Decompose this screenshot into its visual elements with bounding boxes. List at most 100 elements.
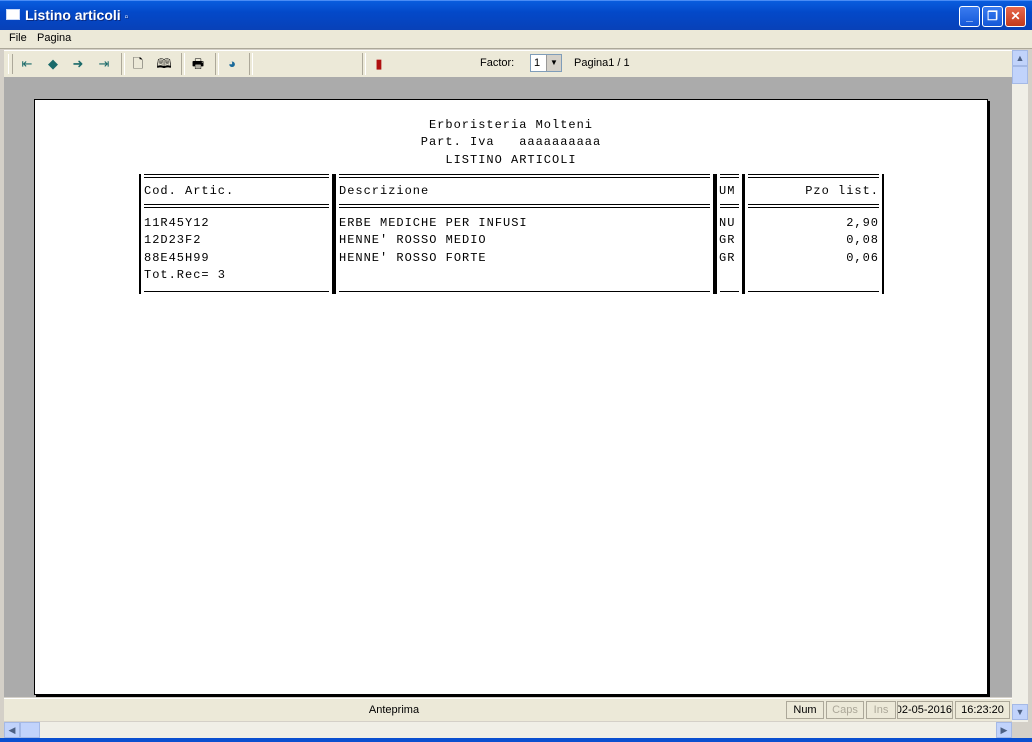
first-page-icon: ⇤ [21,56,33,71]
rule [748,204,879,208]
toolbar: ⇤ ◆ ➜ ⇥ 🗋 🕮 🖶 ◕ ▮ Factor: 1 ▼ Pagina1 / … [4,50,1012,78]
arrow-right-small-icon: ▶ [1000,725,1008,735]
last-page-icon: ⇥ [98,56,110,71]
factor-select[interactable]: 1 ▼ [530,54,562,72]
rule [144,174,329,178]
restore-button[interactable]: ❐ [982,6,1003,27]
rule [720,204,739,208]
scroll-right-button[interactable]: ▶ [996,722,1012,738]
book-icon: 🕮 [156,56,172,71]
status-ins: Ins [866,701,896,719]
header-price: Pzo list. [805,184,879,198]
vertical-scrollbar[interactable]: ▲ ▼ [1012,50,1028,722]
horizontal-scrollbar[interactable]: ◀ ▶ [4,722,1012,738]
toolbar-separator [362,53,366,75]
arrow-down-icon: ▼ [1015,707,1025,717]
toolbar-separator [215,53,219,75]
factor-label: Factor: [480,57,515,69]
cell-code: 12D23F2 [144,233,202,247]
arrow-up-icon: ▲ [1015,53,1025,63]
report-title: LISTINO ARTICOLI [445,153,577,167]
column-um: UM NU GR GR [715,174,744,294]
minimize-icon: _ [966,9,973,23]
window-title-text: Listino articoli [25,7,121,23]
header-um: UM [719,184,736,198]
arrow-left-small-icon: ◀ [8,725,16,735]
toolbar-separator [181,53,185,75]
vat-number: Part. Iva aaaaaaaaaa [420,135,602,149]
preview-window: Listino articoli ▫ _ ❐ ✕ File Pagina ⇤ ◆… [0,0,1032,742]
menu-pagina[interactable]: Pagina [37,32,71,44]
preview-viewport[interactable]: Erboristeria Molteni Part. Iva aaaaaaaaa… [4,77,1012,697]
cell-price: 0,06 [846,251,879,265]
rule [748,291,879,292]
vertical-scroll-thumb[interactable] [1012,66,1028,84]
page-icon: 🗋 [132,56,144,71]
page-indicator: Pagina1 / 1 [574,57,630,69]
scroll-left-button[interactable]: ◀ [4,722,20,738]
export-button[interactable]: ◕ [221,54,243,74]
menu-file[interactable]: File [9,32,27,44]
column-description: Descrizione ERBE MEDICHE PER INFUSI HENN… [334,174,715,294]
cell-description: HENNE' ROSSO FORTE [339,251,487,265]
window-title: Listino articoli ▫ [25,7,128,23]
scroll-up-button[interactable]: ▲ [1012,50,1028,66]
close-icon: ✕ [1010,9,1021,23]
rule [748,174,879,178]
cell-code: 11R45Y12 [144,216,210,230]
horizontal-scroll-thumb[interactable] [20,722,40,738]
globe-icon: ◕ [228,56,236,71]
printer-icon: 🖶 [191,56,205,71]
cell-price: 2,90 [846,216,879,230]
rule [720,291,739,292]
last-page-button[interactable]: ⇥ [93,54,115,74]
cell-um: GR [719,233,736,247]
menu-bar: File Pagina [0,30,1032,49]
factor-value: 1 [534,57,541,69]
status-date: 02-05-2016 [897,701,953,719]
cell-um: NU [719,216,736,230]
chevron-down-icon[interactable]: ▼ [546,55,561,71]
window-bottom-border [0,738,1032,742]
restore-icon: ❐ [987,9,998,23]
cell-description: HENNE' ROSSO MEDIO [339,233,487,247]
two-pages-button[interactable]: 🕮 [153,54,175,74]
rule [339,174,710,178]
single-page-button[interactable]: 🗋 [127,54,149,74]
company-name: Erboristeria Molteni [428,118,594,132]
column-code: Cod. Artic. 11R45Y12 12D23F2 88E45H99 To… [139,174,334,294]
report-page: Erboristeria Molteni Part. Iva aaaaaaaaa… [34,99,988,695]
status-main: Anteprima [368,704,420,716]
close-button[interactable]: ✕ [1005,6,1026,27]
rule [339,291,710,292]
toolbar-separator [249,53,253,75]
arrow-right-icon: ➜ [72,56,84,71]
status-bar: Anteprima Num Caps Ins 02-05-2016 16:23:… [4,698,1012,721]
minimize-button[interactable]: _ [959,6,980,27]
cell-description: ERBE MEDICHE PER INFUSI [339,216,528,230]
status-caps: Caps [826,701,864,719]
exit-button[interactable]: ▮ [368,54,390,74]
window-title-suffix: ▫ [124,12,129,23]
rule [144,291,329,292]
print-button[interactable]: 🖶 [187,54,209,74]
rule [720,174,739,178]
status-time: 16:23:20 [955,701,1010,719]
total-records: Tot.Rec= 3 [144,268,227,282]
rule [339,204,710,208]
header-description: Descrizione [339,184,430,198]
exit-door-icon: ▮ [375,56,383,71]
header-code: Cod. Artic. [144,184,235,198]
scroll-down-button[interactable]: ▼ [1012,704,1028,720]
toolbar-grip[interactable] [8,54,13,74]
title-bar: Listino articoli ▫ _ ❐ ✕ [0,0,1032,30]
cell-price: 0,08 [846,233,879,247]
rule [144,204,329,208]
toolbar-separator [121,53,125,75]
prev-page-button[interactable]: ◆ [42,54,64,74]
first-page-button[interactable]: ⇤ [16,54,38,74]
status-num: Num [786,701,824,719]
next-page-button[interactable]: ➜ [67,54,89,74]
cell-code: 88E45H99 [144,251,210,265]
cell-um: GR [719,251,736,265]
